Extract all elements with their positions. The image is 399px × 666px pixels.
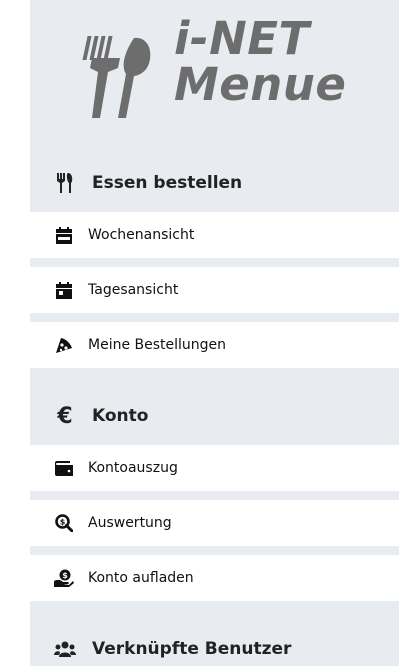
sidebar-item-kontoauszug[interactable]: Kontoauszug xyxy=(30,445,399,491)
sidebar-item-label: Tagesansicht xyxy=(88,282,179,298)
logo-line-2: Menue xyxy=(174,58,347,111)
sidebar-item-label: Kontoauszug xyxy=(88,460,178,476)
svg-text:$: $ xyxy=(60,518,66,527)
sidebar-item-konto-aufladen[interactable]: $ Konto aufladen xyxy=(30,555,399,601)
sidebar-item-meine-bestellungen[interactable]: Meine Bestellungen xyxy=(30,322,399,368)
sidebar-item-wochenansicht[interactable]: Wochenansicht xyxy=(30,212,399,258)
calendar-week-icon xyxy=(54,225,74,245)
users-icon xyxy=(52,637,78,661)
section-header-konto: € Konto xyxy=(30,396,399,436)
wallet-icon xyxy=(54,458,74,478)
app-logo[interactable]: i-NET Menue xyxy=(30,0,399,140)
euro-icon: € xyxy=(57,403,73,429)
sidebar-item-label: Wochenansicht xyxy=(88,227,195,243)
sidebar-item-tagesansicht[interactable]: Tagesansicht xyxy=(30,267,399,313)
sidebar-item-label: Auswertung xyxy=(88,515,172,531)
fork-knife-logo-icon xyxy=(82,36,151,118)
logo-line-1: i-NET xyxy=(174,12,310,65)
section-header-verknuepfte-benutzer[interactable]: Verknüpfte Benutzer xyxy=(30,629,399,666)
pizza-slice-icon xyxy=(54,335,74,355)
sidebar-item-label: Meine Bestellungen xyxy=(88,337,227,353)
utensils-icon xyxy=(52,171,78,195)
calendar-day-icon xyxy=(54,280,74,300)
sidebar-item-auswertung[interactable]: $ Auswertung xyxy=(30,500,399,546)
search-dollar-icon: $ xyxy=(54,513,74,533)
section-label: Konto xyxy=(92,406,149,426)
section-label: Essen bestellen xyxy=(92,173,243,193)
section-label: Verknüpfte Benutzer xyxy=(92,639,292,659)
sidebar-nav: i-NET Menue Essen bestellen Wochenansich… xyxy=(30,0,399,666)
section-header-essen-bestellen: Essen bestellen xyxy=(30,163,399,203)
sidebar-item-label: Konto aufladen xyxy=(88,570,194,586)
svg-text:$: $ xyxy=(62,571,68,580)
hand-holding-dollar-icon: $ xyxy=(54,568,74,588)
logo-text: i-NET Menue xyxy=(174,16,346,108)
